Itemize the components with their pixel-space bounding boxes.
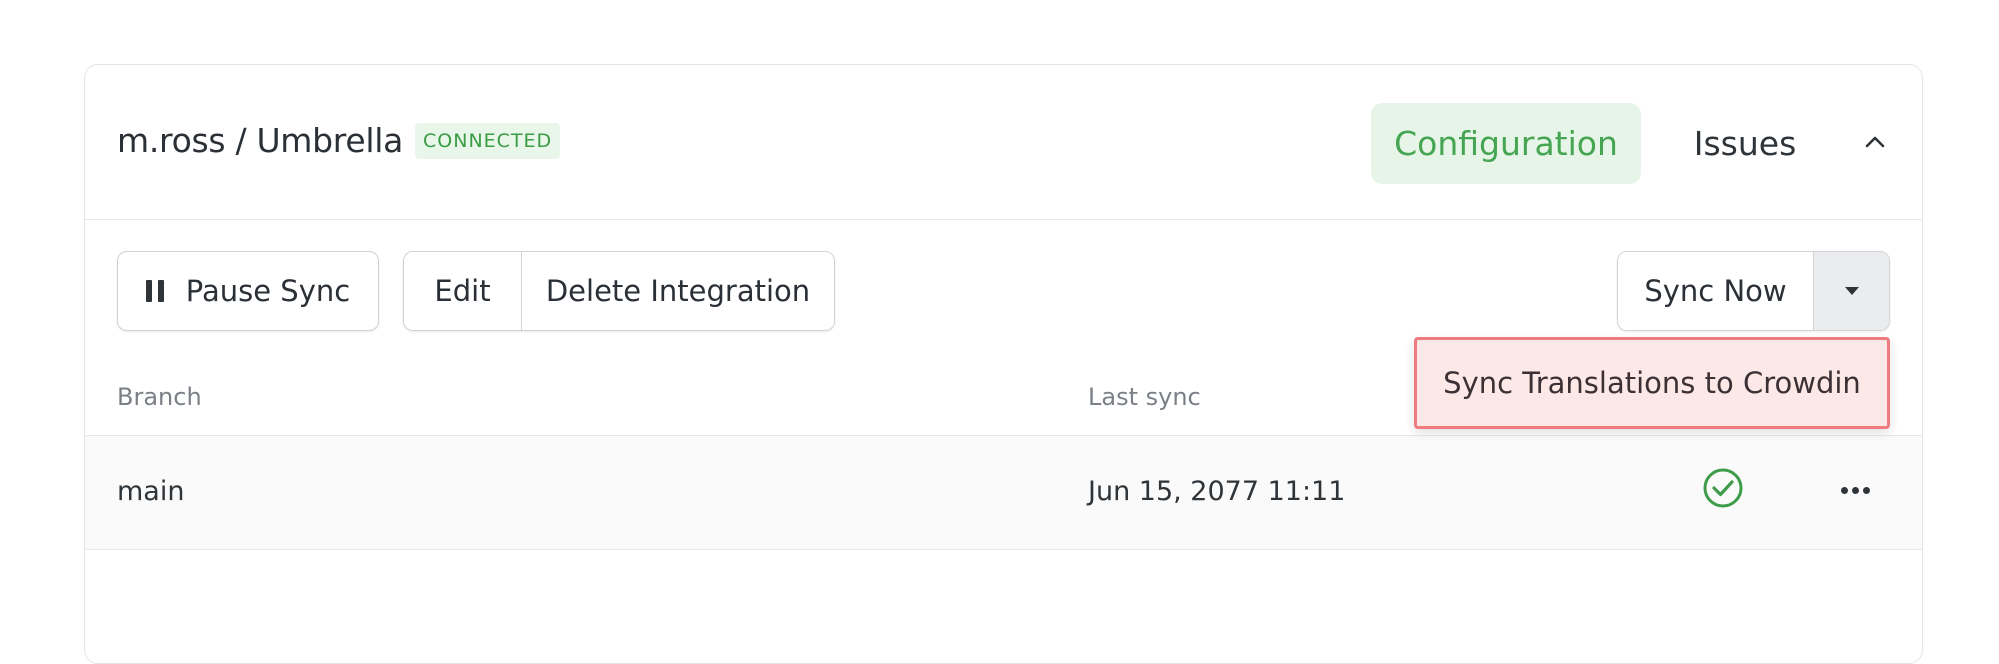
chevron-up-icon — [1865, 136, 1885, 148]
column-header-last-sync: Last sync — [1088, 383, 1201, 411]
sync-options-toggle[interactable] — [1814, 252, 1889, 330]
sync-now-split-button: Sync Now — [1617, 251, 1890, 331]
sync-dropdown-menu: Sync Translations to Crowdin — [1414, 337, 1890, 429]
tab-configuration[interactable]: Configuration — [1371, 103, 1641, 184]
row-more-button[interactable] — [1833, 472, 1877, 508]
caret-down-icon — [1844, 287, 1859, 295]
edit-delete-group: Edit Delete Integration — [403, 251, 835, 331]
column-header-branch: Branch — [117, 383, 202, 411]
menu-item-sync-translations[interactable]: Sync Translations to Crowdin — [1443, 366, 1861, 400]
table-row: main Jun 15, 2077 11:11 — [85, 435, 1922, 550]
branch-cell: main — [117, 476, 185, 507]
delete-integration-button[interactable]: Delete Integration — [522, 252, 834, 330]
pause-icon — [145, 280, 164, 302]
collapse-button[interactable] — [1853, 120, 1897, 164]
edit-button[interactable]: Edit — [404, 252, 522, 330]
repo-title-row: m.ross / Umbrella CONNECTED — [117, 121, 561, 160]
check-circle-icon — [1703, 468, 1743, 508]
integration-card: m.ross / Umbrella CONNECTED Configuratio… — [84, 64, 1923, 664]
pause-sync-button[interactable]: Pause Sync — [117, 251, 379, 331]
more-horizontal-icon — [1840, 486, 1848, 494]
repo-name: m.ross / Umbrella — [117, 121, 404, 160]
tab-issues[interactable]: Issues — [1675, 103, 1815, 184]
last-sync-cell: Jun 15, 2077 11:11 — [1088, 476, 1346, 507]
status-badge: CONNECTED — [415, 122, 561, 159]
pause-sync-label: Pause Sync — [185, 274, 351, 308]
card-header: m.ross / Umbrella CONNECTED Configuratio… — [85, 65, 1922, 220]
sync-now-button[interactable]: Sync Now — [1618, 252, 1814, 330]
